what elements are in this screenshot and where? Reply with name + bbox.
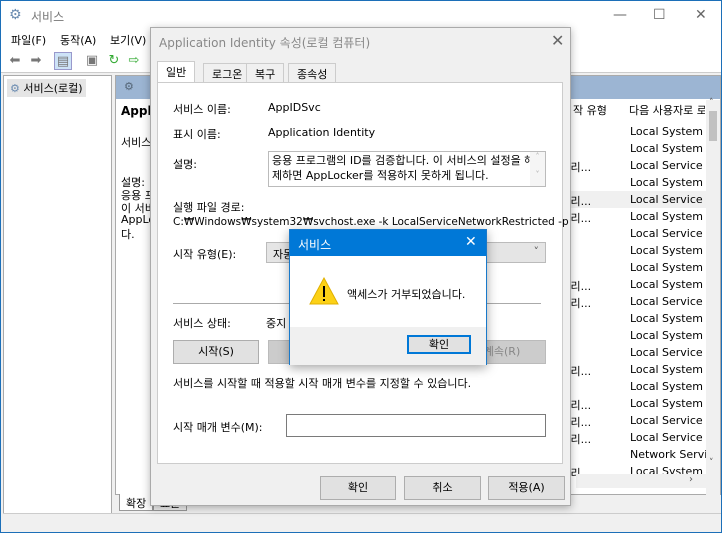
warning-icon — [309, 277, 339, 305]
service-link[interactable]: 서비스 — [121, 134, 151, 150]
start-parameters-label: 시작 매개 변수(M): — [173, 421, 263, 434]
path-value: C:₩Windows₩system32₩svchost.exe -k Local… — [173, 216, 569, 228]
log-on-as-cell: Local System — [630, 210, 704, 223]
status-value: 중지 — [266, 317, 287, 330]
path-label: 실행 파일 경로: — [173, 201, 245, 214]
log-on-as-cell: Local System — [630, 278, 704, 291]
refresh-icon[interactable]: ↻ — [105, 52, 123, 70]
properties-icon[interactable]: ▣ — [83, 52, 101, 70]
log-on-as-cell: Local System — [630, 363, 704, 376]
start-button[interactable]: 시작(S) — [173, 340, 259, 364]
log-on-as-cell: Local System — [630, 312, 704, 325]
message-title-bar: 서비스 ✕ — [290, 230, 486, 256]
log-on-as-cell: Network Service — [630, 448, 706, 461]
message-footer: 확인 — [290, 327, 486, 365]
start-parameters-hint: 서비스를 시작할 때 적용할 시작 매개 변수를 지정할 수 있습니다. — [173, 377, 472, 390]
gear-icon: ⚙ — [9, 7, 22, 23]
menu-view[interactable]: 보기(V) — [110, 32, 146, 48]
log-on-as-cell: Local System — [630, 380, 704, 393]
scroll-down-icon[interactable]: ˅ — [709, 458, 714, 468]
forward-icon[interactable]: ➡ — [27, 52, 45, 70]
tab-general[interactable]: 일반 — [157, 61, 196, 83]
ok-button[interactable]: 확인 — [320, 476, 396, 500]
cancel-button[interactable]: 취소 — [404, 476, 481, 500]
apply-button[interactable]: 적용(A) — [488, 476, 565, 500]
console-tree-icon[interactable]: ▤ — [54, 52, 72, 70]
log-on-as-cell: Local Service — [630, 295, 703, 308]
scrollbar-thumb[interactable] — [709, 111, 717, 141]
column-header-startup-type[interactable]: 작 유형 — [573, 102, 607, 118]
column-header-log-on-as[interactable]: 다음 사용자로 로 — [629, 102, 705, 118]
start-parameters-input[interactable] — [286, 414, 546, 437]
description-text: 응용 프로그램의 ID를 검증합니다. 이 서비스의 설정을 해제하면 AppL… — [268, 151, 546, 187]
ok-button[interactable]: 확인 — [407, 335, 471, 354]
log-on-as-cell: Local System — [630, 261, 704, 274]
close-button[interactable]: ✕ — [465, 234, 477, 250]
horizontal-scrollbar[interactable]: › — [576, 474, 706, 488]
tree-item-services-local[interactable]: ⚙ 서비스(로컬) — [7, 79, 86, 97]
status-bar — [3, 513, 721, 532]
window-title: 서비스 — [31, 10, 65, 24]
tab-logon[interactable]: 로그온 — [203, 63, 252, 82]
description-scrollbar[interactable]: ˄ ˅ — [530, 152, 545, 186]
close-button[interactable]: ✕ — [551, 31, 564, 50]
log-on-as-cell: Local System — [630, 176, 704, 189]
message-text: 액세스가 거부되었습니다. — [347, 288, 466, 301]
export-icon[interactable]: ⇨ — [125, 52, 143, 70]
log-on-as-cell: Local Service — [630, 159, 703, 172]
console-tree: ⚙ 서비스(로컬) — [3, 75, 112, 521]
display-name-value: Application Identity — [268, 126, 376, 139]
log-on-as-cell: Local System — [630, 244, 704, 257]
menu-file[interactable]: 파일(F) — [11, 32, 46, 48]
close-button[interactable]: ✕ — [695, 7, 707, 23]
maximize-button[interactable]: ☐ — [653, 7, 666, 23]
scroll-up-icon[interactable]: ˄ — [709, 98, 714, 108]
gear-icon: ⚙ — [124, 80, 134, 93]
log-on-as-cell: Local Service — [630, 227, 703, 240]
description-line: 다. — [121, 228, 135, 241]
minimize-button[interactable]: — — [613, 7, 627, 23]
service-name-value: AppIDSvc — [268, 101, 321, 114]
startup-type-label: 시작 유형(E): — [173, 248, 237, 261]
tab-extended[interactable]: 확장 — [119, 494, 154, 511]
service-name-label: 서비스 이름: — [173, 103, 231, 116]
log-on-as-cell: Local System — [630, 125, 704, 138]
status-label: 서비스 상태: — [173, 317, 231, 330]
dialog-title: Application Identity 속성(로컬 컴퓨터) — [159, 36, 371, 50]
gear-icon: ⚙ — [10, 82, 20, 95]
message-title: 서비스 — [298, 238, 332, 252]
chevron-down-icon: ˅ — [533, 245, 540, 258]
tab-dependencies[interactable]: 종속성 — [288, 63, 337, 82]
log-on-as-cell: Local Service — [630, 346, 703, 359]
tab-recovery[interactable]: 복구 — [246, 63, 285, 82]
log-on-as-cell: Local Service — [630, 414, 703, 427]
log-on-as-cell: Local System — [630, 142, 704, 155]
description-label: 설명: — [173, 158, 197, 171]
message-box: 서비스 ✕ 액세스가 거부되었습니다. 확인 — [289, 229, 487, 365]
scroll-right-icon[interactable]: › — [689, 474, 693, 485]
vertical-scrollbar[interactable]: ˄ ˅ — [706, 98, 720, 496]
log-on-as-cell: Local Service — [630, 193, 703, 206]
display-name-label: 표시 이름: — [173, 128, 221, 141]
menu-action[interactable]: 동작(A) — [60, 32, 96, 48]
log-on-as-cell: Local Service — [630, 431, 703, 444]
log-on-as-cell: Local System — [630, 397, 704, 410]
back-icon[interactable]: ⬅ — [6, 52, 24, 70]
log-on-as-cell: Local System — [630, 329, 704, 342]
